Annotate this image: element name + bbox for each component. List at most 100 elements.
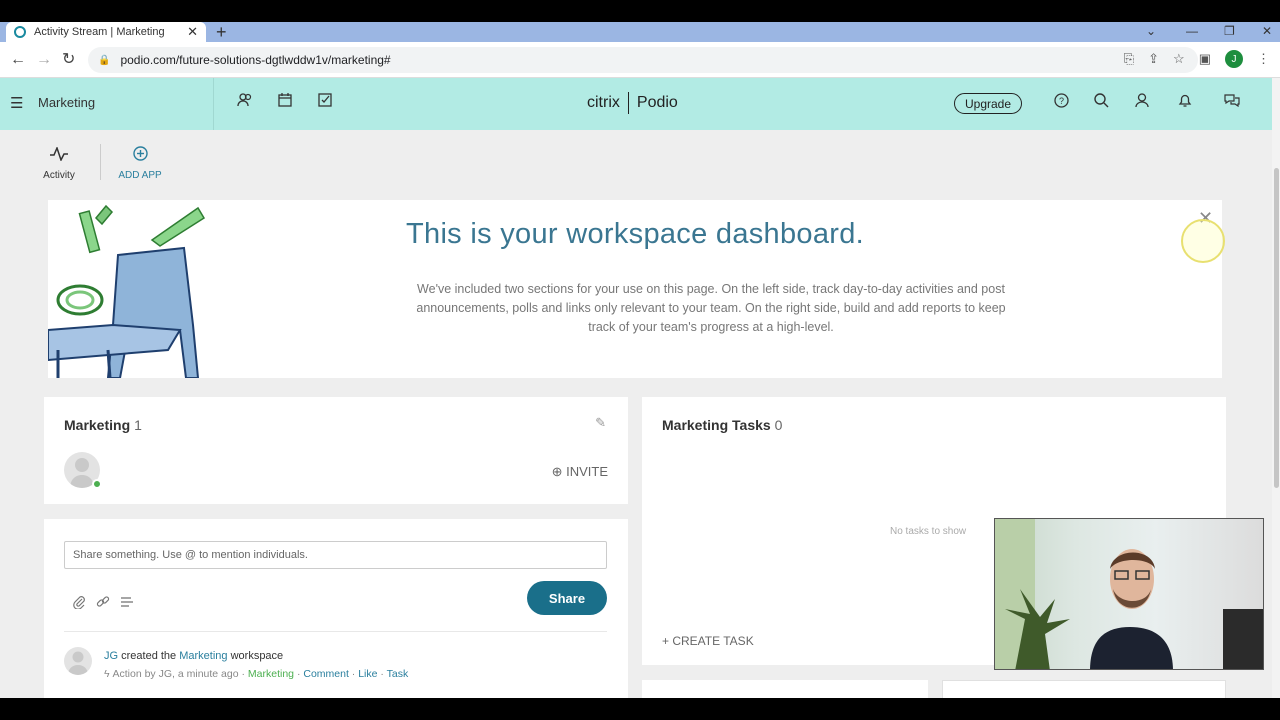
- invite-button[interactable]: ⊕ INVITE: [552, 464, 608, 480]
- activity-suffix: workspace: [230, 650, 284, 662]
- members-card-title: Marketing 1: [64, 417, 142, 433]
- window-close-icon[interactable]: ✕: [1262, 22, 1272, 40]
- tasks-count: 0: [774, 417, 783, 433]
- search-icon[interactable]: [1094, 93, 1109, 111]
- podio-header: ☰ Marketing citrix Podio Upgrade ?: [0, 78, 1272, 130]
- activity-headline: JG created the Marketing workspace: [104, 650, 283, 662]
- tab-close-icon[interactable]: ✕: [187, 24, 198, 40]
- activity-stream-card: Share something. Use @ to mention indivi…: [44, 519, 628, 698]
- action-bolt-icon: ϟ: [104, 668, 110, 680]
- meta-separator: ·: [380, 668, 384, 680]
- brand-podio: Podio: [636, 94, 678, 111]
- hamburger-menu-icon[interactable]: ☰: [10, 94, 23, 112]
- workspace-name[interactable]: Marketing: [38, 95, 95, 110]
- browser-menu-icon[interactable]: ⋮: [1257, 51, 1270, 67]
- url-text: podio.com/future-solutions-dgtlwddw1v/ma…: [120, 53, 391, 67]
- share-status-input[interactable]: Share something. Use @ to mention indivi…: [64, 541, 607, 569]
- webcam-overlay: [994, 518, 1264, 670]
- banner-title: This is your workspace dashboard.: [406, 218, 864, 250]
- comment-link[interactable]: Comment: [303, 668, 349, 680]
- activity-label: Activity: [43, 170, 75, 181]
- upgrade-button[interactable]: Upgrade: [954, 93, 1023, 114]
- brand-citrix: citrix: [587, 94, 620, 111]
- members-count: 1: [134, 417, 142, 433]
- new-tab-button[interactable]: +: [216, 22, 227, 42]
- dashboard-banner: This is your workspace dashboard. We've …: [48, 200, 1222, 378]
- page-scrollbar[interactable]: [1272, 78, 1280, 698]
- tab-search-icon[interactable]: ⌄: [1146, 22, 1156, 40]
- activity-app[interactable]: Activity: [42, 145, 76, 181]
- tab-strip: Activity Stream | Marketing ✕ + ⌄ — ❐ ✕: [0, 22, 1280, 42]
- add-app-button[interactable]: ADD APP: [118, 146, 162, 181]
- scrollbar-thumb[interactable]: [1274, 168, 1279, 488]
- cursor-highlight: [1181, 219, 1225, 263]
- restore-icon[interactable]: ❐: [1224, 22, 1235, 40]
- meta-separator: ·: [241, 668, 245, 680]
- meta-by: by JG, a minute ago: [144, 668, 239, 680]
- activity-meta: ϟ Action by JG, a minute ago · Marketing…: [104, 668, 408, 680]
- bookmark-star-icon[interactable]: ☆: [1173, 51, 1185, 67]
- link-chain-icon[interactable]: [96, 595, 110, 612]
- meta-workspace-link[interactable]: Marketing: [248, 668, 294, 680]
- share-tools: [72, 595, 134, 612]
- tasks-checkbox-icon[interactable]: [318, 93, 332, 110]
- calendar-icon[interactable]: [278, 93, 292, 110]
- minimize-icon[interactable]: —: [1186, 22, 1198, 40]
- citrix-podio-logo[interactable]: citrix Podio: [587, 92, 678, 114]
- like-link[interactable]: Like: [358, 668, 377, 680]
- brand-separator: [627, 92, 629, 114]
- meta-action: Action: [112, 668, 142, 680]
- members-icon[interactable]: [237, 93, 253, 110]
- podio-favicon-icon: [14, 26, 26, 38]
- members-title-text: Marketing: [64, 417, 131, 433]
- activity-actor-link[interactable]: JG: [104, 650, 118, 662]
- activity-divider: [64, 631, 607, 632]
- sidepanel-icon[interactable]: ▣: [1199, 51, 1211, 67]
- activity-verb: created the: [121, 650, 177, 662]
- reports-card-stub: [642, 680, 928, 698]
- attachment-paperclip-icon[interactable]: [72, 595, 86, 612]
- share-button[interactable]: Share: [527, 581, 607, 615]
- invite-label: INVITE: [566, 464, 608, 479]
- no-tasks-text: No tasks to show: [890, 526, 967, 537]
- activity-pulse-icon: [42, 145, 76, 166]
- settings-wrench-icon[interactable]: ✎: [595, 415, 606, 431]
- create-task-link[interactable]: + CREATE TASK: [662, 634, 754, 648]
- url-field[interactable]: 🔒 podio.com/future-solutions-dgtlwddw1v/…: [88, 47, 1198, 73]
- banner-description: We've included two sections for your use…: [416, 282, 1006, 334]
- reports-card-stub-2: [942, 680, 1226, 698]
- address-bar: ← → ↻ 🔒 podio.com/future-solutions-dgtlw…: [0, 42, 1280, 78]
- task-link[interactable]: Task: [387, 668, 409, 680]
- profile-avatar[interactable]: J: [1225, 50, 1243, 68]
- notifications-bell-icon[interactable]: [1178, 93, 1192, 111]
- lock-icon: 🔒: [98, 54, 111, 66]
- chat-icon[interactable]: [1224, 93, 1240, 110]
- online-status-dot: [92, 479, 102, 489]
- back-icon[interactable]: ←: [10, 51, 26, 69]
- share-page-icon[interactable]: ⇪: [1148, 51, 1159, 67]
- poll-list-icon[interactable]: [120, 595, 134, 612]
- meta-separator: ·: [351, 668, 356, 680]
- tasks-title-text: Marketing Tasks: [662, 417, 771, 433]
- add-circle-icon: [118, 146, 162, 166]
- omnibox-actions: ⎘ ⇪ ☆ ▣ J ⋮: [1124, 50, 1270, 68]
- activity-object-link[interactable]: Marketing: [179, 650, 227, 662]
- user-profile-icon[interactable]: [1135, 93, 1149, 111]
- appbar-divider: [100, 144, 101, 180]
- meta-separator: ·: [296, 668, 301, 680]
- help-icon[interactable]: ?: [1054, 93, 1069, 111]
- presenter-video-image: [995, 519, 1263, 669]
- browser-tab[interactable]: Activity Stream | Marketing ✕: [6, 22, 206, 42]
- activity-avatar[interactable]: [64, 647, 92, 675]
- browser-window: Activity Stream | Marketing ✕ + ⌄ — ❐ ✕ …: [0, 22, 1280, 698]
- workspace-members-card: Marketing 1 ✎ ⊕ INVITE: [44, 397, 628, 504]
- header-divider: [213, 78, 214, 130]
- invite-plus-icon: ⊕: [551, 464, 563, 479]
- translate-icon[interactable]: ⎘: [1124, 51, 1134, 67]
- reload-icon[interactable]: ↻: [62, 51, 75, 69]
- add-app-label: ADD APP: [118, 170, 162, 181]
- tasks-card-title: Marketing Tasks 0: [662, 417, 782, 433]
- forward-icon[interactable]: →: [36, 51, 52, 69]
- tab-title: Activity Stream | Marketing: [34, 26, 165, 38]
- svg-text:?: ?: [1059, 96, 1064, 106]
